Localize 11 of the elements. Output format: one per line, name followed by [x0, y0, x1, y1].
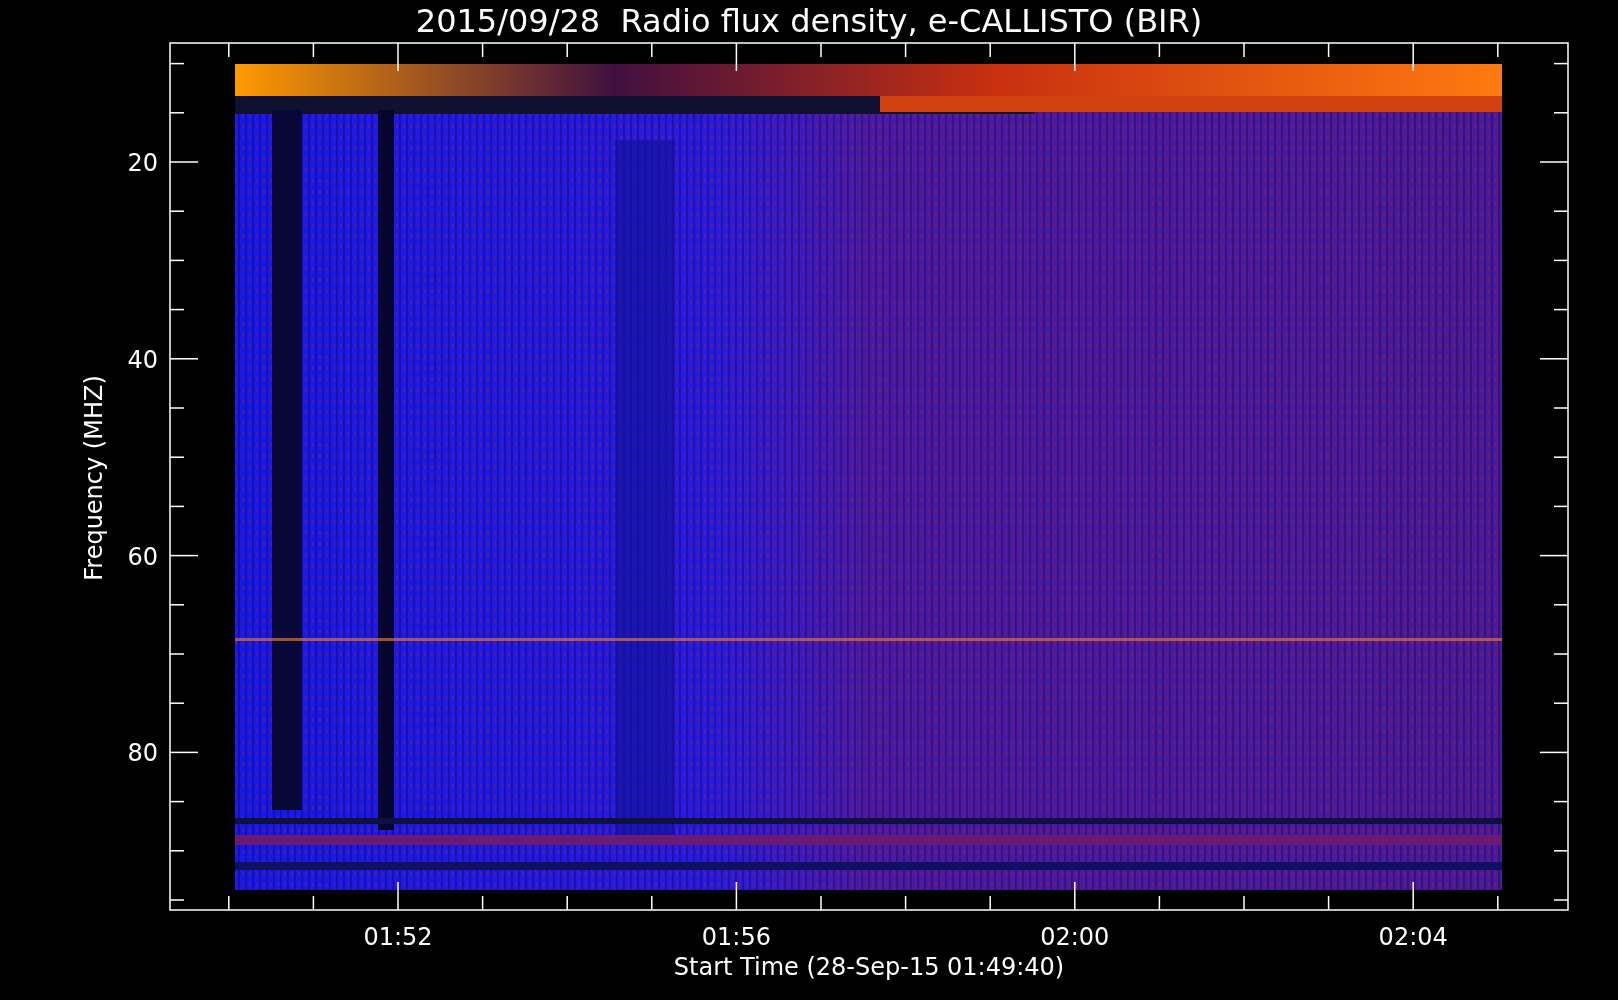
- y-tick-label: 80: [127, 739, 158, 768]
- x-tick-label: 02:00: [1040, 923, 1110, 951]
- y-tick-label: 20: [127, 149, 158, 177]
- x-axis-label: Start Time (28-Sep-15 01:49:40): [673, 953, 1065, 981]
- chart-title: 2015/09/28 Radio flux density, e-CALLISTO (BIR): [415, 2, 1203, 40]
- y-axis-label: Frequency (MHZ): [80, 375, 108, 581]
- x-tick-label: 01:52: [363, 923, 433, 951]
- x-tick-label: 01:56: [701, 923, 771, 951]
- y-tick-label: 60: [127, 542, 158, 571]
- y-tick-label: 40: [127, 345, 158, 374]
- x-tick-label: 02:04: [1378, 923, 1448, 951]
